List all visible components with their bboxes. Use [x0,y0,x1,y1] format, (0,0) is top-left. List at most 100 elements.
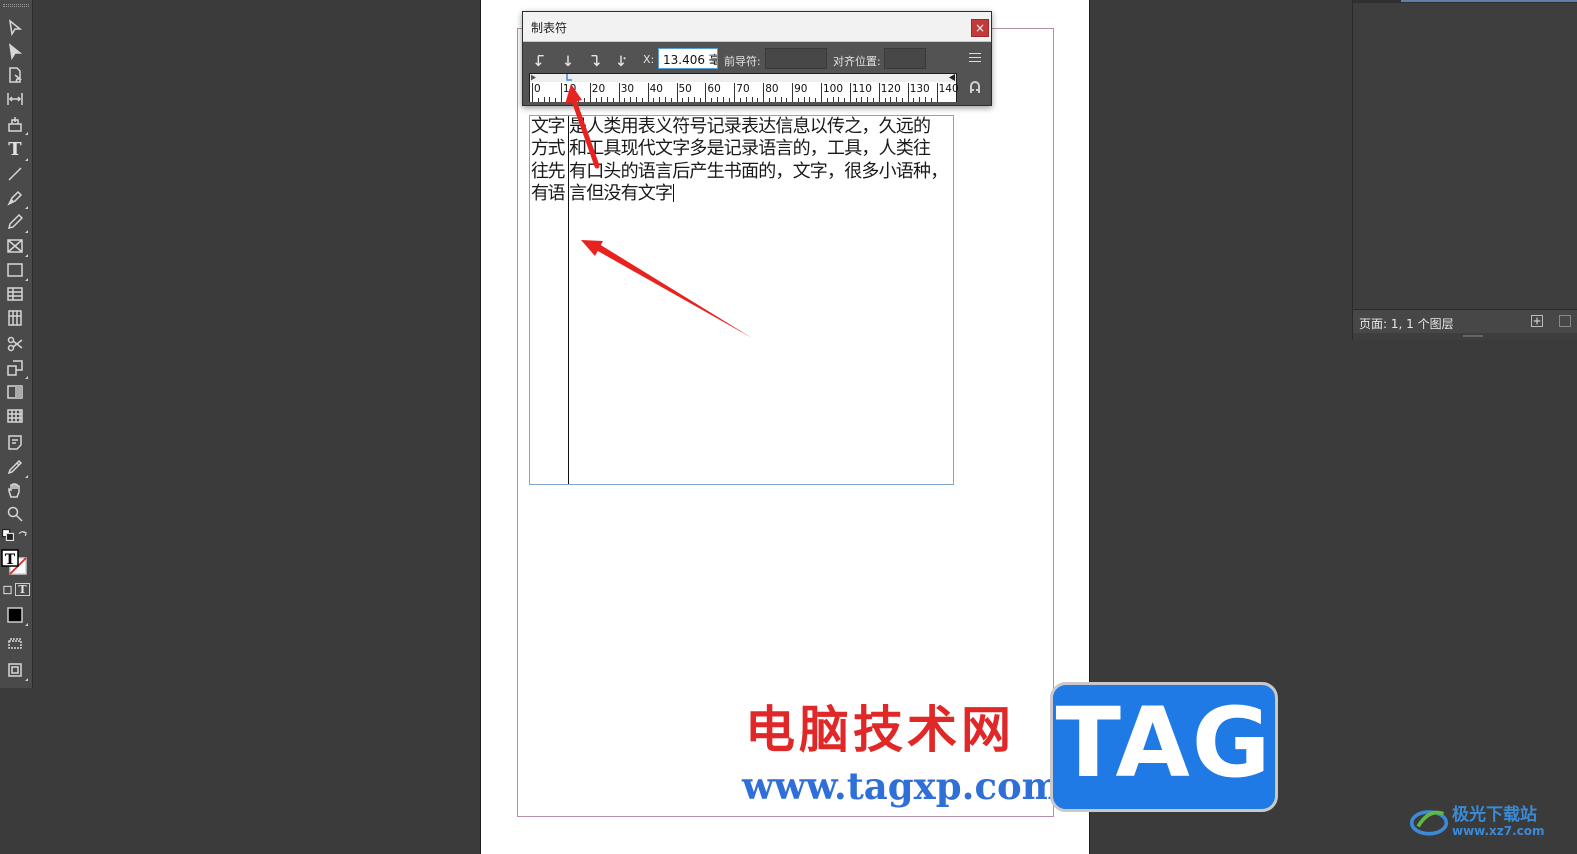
formatting-text-icon[interactable]: T [15,583,30,596]
x-position-input[interactable]: 13.406 毫 [658,48,718,69]
default-fill-stroke-icon[interactable] [1,528,15,542]
text-column-2: 是人类用表义符号记录表达信息以传之，久远的 [569,116,931,137]
panel-menu-icon[interactable] [969,53,981,62]
hand-tool-icon[interactable] [4,479,26,501]
watermark-site-url: www.tagxp.com [742,764,1061,808]
ruler-minor-tick [595,98,597,102]
ruler-label: 90 [794,83,808,95]
right-indent-marker-icon[interactable] [949,74,955,81]
ruler-minor-tick [913,98,915,102]
ruler-minor-tick [809,97,811,102]
ruler-major-tick [560,83,562,102]
tab-ruler[interactable]: 0 10 20 30 40 50 60 70 80 90 100 110 120 130 140 [529,73,959,102]
gap-tool-icon[interactable] [4,88,26,110]
align-on-label: 对齐位置: [833,55,881,68]
scissors-tool-icon[interactable] [4,333,26,355]
ruler-minor-tick [925,97,927,102]
delete-layer-icon[interactable] [1559,315,1571,327]
x-position-label: X: [643,53,655,66]
ruler-major-tick [676,83,678,102]
text-column-1: 方式 [531,138,566,160]
tools-panel: T T T [0,0,33,688]
vertical-grid-tool-icon[interactable] [4,307,26,329]
apply-color-icon[interactable] [4,604,28,626]
align-on-input[interactable] [884,48,926,69]
text-line: 方式 和工具现代文字多是记录语言的，工具，人类往 [531,138,955,160]
pen-tool-icon[interactable] [4,187,28,209]
tab-stop-track[interactable] [530,74,956,82]
ruler-label: 80 [765,83,779,95]
ruler-minor-tick [699,98,701,102]
ruler-minor-tick [757,98,759,102]
ruler-minor-tick [572,97,574,102]
ruler-minor-tick [549,97,551,102]
ruler-minor-tick [682,98,684,102]
text-frame[interactable]: 文字 是人类用表义符号记录表达信息以传之，久远的 方式 和工具现代文字多是记录语言的… [529,115,954,485]
rectangle-tool-icon[interactable] [4,259,28,281]
formatting-container-icon[interactable] [1,583,14,596]
page-tool-icon[interactable] [4,64,26,86]
leader-input[interactable] [765,48,827,69]
fill-stroke-text-icon[interactable]: T [1,549,29,577]
right-justified-tab-icon[interactable] [586,52,604,70]
ruler-label: 70 [736,83,750,95]
center-justified-tab-icon[interactable] [559,52,577,70]
ruler-minor-tick [653,98,655,102]
eyedropper-tool-icon[interactable] [4,456,28,478]
line-tool-icon[interactable] [4,163,26,185]
panel-resize-grip[interactable] [1463,335,1483,337]
svg-text:T: T [5,552,16,568]
left-indent-marker-icon[interactable] [531,74,536,81]
ruler-minor-tick [566,98,568,102]
gradient-feather-tool-icon[interactable] [4,405,26,427]
panel-grip[interactable] [3,4,29,7]
ruler-minor-tick [815,98,817,102]
left-justified-tab-icon[interactable] [532,52,550,70]
align-to-decimal-tab-icon[interactable] [612,52,630,70]
swap-fill-stroke-icon[interactable] [16,529,30,543]
horizontal-grid-tool-icon[interactable] [4,283,26,305]
ruler-minor-tick [688,97,690,102]
ruler-minor-tick [543,97,545,102]
ruler-major-tick [763,83,765,102]
ruler-minor-tick [890,97,892,102]
ruler-minor-tick [641,98,643,102]
ruler-label: 120 [880,83,901,95]
zoom-tool-icon[interactable] [4,503,26,525]
rectangle-frame-tool-icon[interactable] [4,235,28,257]
ruler-minor-tick [745,97,747,102]
ruler-minor-tick [844,98,846,102]
text-column-2: 有口头的语言后产生书面的，文字，很多小语种， [569,160,948,182]
close-button[interactable]: × [971,19,989,37]
tab-stop-marker-icon[interactable] [566,74,573,81]
ruler-label: 110 [851,83,872,95]
note-tool-icon[interactable] [4,431,26,453]
ruler-label: 40 [649,83,663,95]
normal-view-mode-icon[interactable] [4,632,26,654]
ruler-minor-tick [803,97,805,102]
ruler-minor-tick [884,98,886,102]
ruler-minor-tick [774,97,776,102]
dialog-titlebar[interactable]: 制表符 × [523,12,991,42]
ruler-major-tick [705,83,707,102]
direct-selection-tool-icon[interactable] [4,41,26,63]
ruler-label: 60 [707,83,721,95]
ruler-major-tick [792,83,794,102]
screen-mode-icon[interactable] [4,659,28,681]
pencil-tool-icon[interactable] [4,211,28,233]
corner-watermark: 极光下载站 www.xz7.com [1408,797,1568,845]
new-layer-icon[interactable] [1531,315,1543,327]
text-content[interactable]: 文字 是人类用表义符号记录表达信息以传之，久远的 方式 和工具现代文字多是记录语言的… [530,116,955,206]
gradient-swatch-tool-icon[interactable] [4,381,26,403]
text-line: 往先 有口头的语言后产生书面的，文字，很多小语种， [531,161,955,183]
ruler-minor-tick [612,98,614,102]
free-transform-tool-icon[interactable] [4,357,28,379]
ruler-label: 140 [938,83,959,95]
magnet-position-icon[interactable] [969,80,981,94]
selection-tool-icon[interactable] [4,17,26,39]
type-tool-icon[interactable]: T [4,139,28,161]
content-collector-icon[interactable] [4,113,28,135]
tabs-dialog[interactable]: 制表符 × X: 13.406 毫 前导符: 对齐位置: 0 10 20 30 40 50… [522,11,992,106]
ruler-major-tick [907,83,909,102]
ruler-major-tick [734,83,736,102]
